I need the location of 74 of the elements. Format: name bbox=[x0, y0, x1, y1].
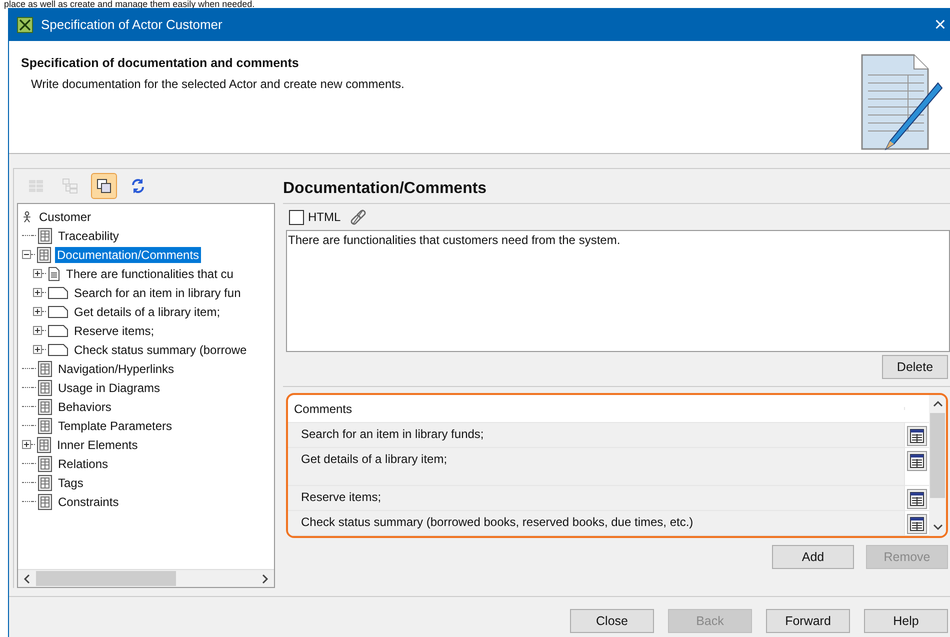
expand-toggle[interactable] bbox=[33, 307, 42, 316]
tree-item[interactable]: Inner Elements bbox=[55, 436, 140, 452]
vertical-scrollbar[interactable] bbox=[929, 395, 946, 536]
dialog-button[interactable]: Help bbox=[864, 609, 948, 633]
copy-view-button[interactable] bbox=[91, 173, 117, 199]
document-text: place as well as create and manage them easily when needed. bbox=[3, 0, 256, 8]
tree-item[interactable]: Reserve items; bbox=[72, 322, 156, 338]
panel-title: Documentation/Comments bbox=[283, 173, 950, 204]
comment-icon bbox=[48, 344, 68, 356]
page-icon bbox=[38, 494, 52, 510]
tree-item[interactable]: Check status summary (borrowe bbox=[72, 342, 249, 358]
tree-item[interactable]: Documentation/Comments bbox=[55, 246, 202, 262]
scroll-up-icon[interactable] bbox=[932, 400, 942, 408]
comment-icon bbox=[48, 286, 68, 298]
table-icon[interactable] bbox=[907, 488, 927, 509]
horizontal-scrollbar[interactable] bbox=[18, 569, 274, 587]
tree-item[interactable]: Get details of a library item; bbox=[72, 304, 222, 320]
documentation-field[interactable]: There are functionalities that customers need from the system. bbox=[286, 230, 950, 352]
expand-toggle[interactable] bbox=[22, 440, 31, 449]
table-icon[interactable] bbox=[907, 426, 927, 446]
refresh-icon bbox=[130, 178, 146, 194]
close-button[interactable]: × bbox=[930, 14, 950, 34]
note-icon bbox=[48, 266, 60, 280]
delete-button[interactable]: Delete bbox=[882, 355, 948, 379]
page-icon bbox=[38, 228, 52, 244]
tree-item[interactable]: Traceability bbox=[56, 228, 121, 244]
tree-item[interactable]: Template Parameters bbox=[56, 418, 174, 434]
table-icon[interactable] bbox=[907, 514, 927, 534]
tree-item[interactable]: Search for an item in library fun bbox=[72, 284, 243, 300]
scroll-left-icon[interactable] bbox=[23, 574, 31, 584]
expand-toggle[interactable] bbox=[33, 345, 42, 354]
tree-item[interactable]: Relations bbox=[56, 456, 110, 472]
header-title: Specification of documentation and comments bbox=[21, 56, 300, 70]
app-icon bbox=[17, 16, 33, 32]
table-cell[interactable]: Reserve items; bbox=[288, 486, 904, 510]
expand-toggle[interactable] bbox=[33, 326, 42, 335]
page-icon bbox=[38, 360, 52, 376]
table-icon[interactable] bbox=[907, 451, 927, 472]
dialog-button[interactable]: Close bbox=[570, 609, 654, 633]
tree-item[interactable]: There are functionalities that cu bbox=[64, 266, 236, 282]
tree-item[interactable]: Navigation/Hyperlinks bbox=[56, 360, 176, 376]
header-description: Write documentation for the selected Actor and create new comments. bbox=[30, 77, 404, 91]
dialog-button[interactable]: Forward bbox=[766, 609, 850, 633]
comment-icon bbox=[48, 324, 68, 336]
comment-action-button[interactable]: Add bbox=[772, 545, 854, 569]
page-icon bbox=[38, 418, 52, 434]
table-cell[interactable]: Check status summary (borrowed books, reserved books, due times, etc.) bbox=[288, 510, 904, 535]
scroll-right-icon[interactable] bbox=[261, 574, 269, 584]
tree-item[interactable]: Constraints bbox=[56, 494, 121, 510]
page-icon bbox=[38, 398, 52, 414]
tree-item[interactable]: Tags bbox=[56, 474, 86, 490]
table-cell[interactable]: Get details of a library item; bbox=[288, 448, 904, 485]
expand-toggle[interactable] bbox=[33, 288, 42, 297]
scroll-down-icon[interactable] bbox=[932, 523, 942, 531]
tree-item[interactable]: Customer bbox=[37, 208, 94, 224]
tree-icon bbox=[62, 178, 78, 194]
page-icon bbox=[38, 456, 52, 472]
chain-link-icon[interactable] bbox=[348, 208, 367, 226]
page-icon bbox=[38, 474, 52, 490]
stick-figure-icon bbox=[21, 210, 33, 224]
window-title: Specification of Actor Customer bbox=[41, 17, 224, 32]
expand-toggle[interactable] bbox=[33, 269, 42, 278]
page-icon bbox=[37, 246, 51, 262]
collapse-toggle[interactable] bbox=[22, 250, 31, 259]
tree-item[interactable]: Usage in Diagrams bbox=[56, 380, 162, 396]
tree-item[interactable]: Behaviors bbox=[56, 398, 114, 414]
comment-icon bbox=[48, 306, 68, 318]
page-icon bbox=[37, 436, 51, 452]
column-header: Comments bbox=[293, 400, 354, 418]
checkbox-label: HTML bbox=[308, 210, 341, 224]
table-cell[interactable]: Search for an item in library funds; bbox=[288, 423, 904, 448]
copy-icon bbox=[96, 178, 112, 194]
page-icon bbox=[38, 380, 52, 396]
html-checkbox[interactable] bbox=[289, 210, 304, 224]
